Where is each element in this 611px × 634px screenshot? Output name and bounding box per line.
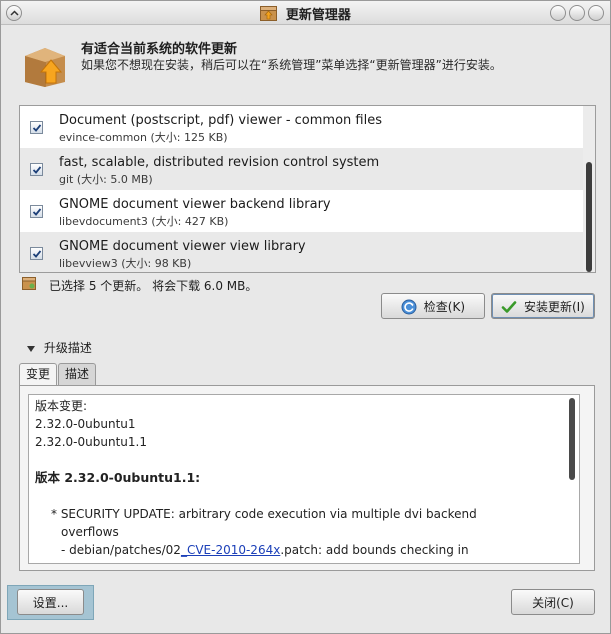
- minimize-button[interactable]: [550, 5, 566, 21]
- update-row[interactable]: GNOME document viewer backend library li…: [20, 190, 584, 232]
- scrollbar-thumb[interactable]: [569, 398, 575, 480]
- header-subtitle: 如果您不想现在安装，稍后可以在“系统管理”菜单选择“更新管理器”进行安装。: [81, 58, 502, 72]
- changes-scrollbar[interactable]: [566, 396, 578, 562]
- close-button-label: 关闭(C): [532, 595, 574, 610]
- install-button-label: 安装更新(I): [523, 299, 585, 314]
- update-row[interactable]: Document (postscript, pdf) viewer - comm…: [20, 106, 584, 148]
- update-list-scrollbar[interactable]: [583, 106, 595, 272]
- window-title: 更新管理器: [285, 8, 351, 23]
- tab-description[interactable]: 描述: [58, 363, 96, 386]
- install-updates-button[interactable]: 安装更新(I): [491, 293, 595, 319]
- package-icon: [22, 277, 36, 290]
- close-window-button[interactable]: [588, 5, 604, 21]
- package-update-icon: [260, 6, 278, 21]
- check-button-label: 检查(K): [423, 299, 466, 314]
- maximize-button[interactable]: [569, 5, 585, 21]
- update-checkbox[interactable]: [30, 163, 43, 176]
- update-checkbox[interactable]: [30, 121, 43, 134]
- update-manager-window: 更新管理器 有适合当前系统的软件更新 如果您不想现在安装，稍后可以在“系统管理”…: [0, 0, 611, 634]
- package-upgrade-icon: [25, 48, 65, 87]
- update-title: GNOME document viewer view library: [59, 239, 306, 254]
- check-button[interactable]: 检查(K): [381, 293, 485, 319]
- tab-description-label: 描述: [64, 367, 89, 381]
- refresh-icon: [401, 299, 417, 314]
- checkmark-icon: [32, 208, 42, 216]
- title-bar[interactable]: 更新管理器: [1, 1, 610, 25]
- tab-changes-label: 变更: [25, 367, 50, 381]
- cve-link[interactable]: _CVE-2010-264x: [181, 543, 280, 557]
- title-wrap: 更新管理器: [1, 4, 610, 23]
- tab-changes[interactable]: 变更: [19, 363, 57, 387]
- update-title: GNOME document viewer backend library: [59, 197, 331, 212]
- changelog-line: - debian/patches/02_CVE-2010-264x.patch:…: [35, 541, 575, 559]
- update-detail: evince-common (大小: 125 KB): [59, 131, 228, 144]
- changelog-line: * SECURITY UPDATE: arbitrary code execut…: [51, 507, 477, 521]
- checkmark-icon: [32, 124, 42, 132]
- changes-panel: 版本变更: 2.32.0-0ubuntu1 2.32.0-0ubuntu1.1 …: [19, 385, 595, 571]
- settings-button-label: 设置...: [32, 595, 69, 610]
- update-checkbox[interactable]: [30, 205, 43, 218]
- patch-prefix: - debian/patches/02: [61, 543, 181, 557]
- changes-header: 版本变更:: [35, 399, 88, 413]
- triangle-down-icon: [27, 345, 35, 352]
- selection-status: 已选择 5 个更新。 将会下载 6.0 MB。: [49, 279, 258, 293]
- header-title: 有适合当前系统的软件更新: [81, 42, 238, 57]
- description-expander[interactable]: 升级描述: [26, 339, 92, 356]
- update-detail: libevdocument3 (大小: 427 KB): [59, 215, 229, 228]
- version-line: 2.32.0-0ubuntu1.1: [35, 435, 147, 449]
- update-list[interactable]: Document (postscript, pdf) viewer - comm…: [19, 105, 596, 273]
- update-detail: libevview3 (大小: 98 KB): [59, 257, 192, 270]
- update-row[interactable]: GNOME document viewer view library libev…: [20, 232, 584, 272]
- close-button[interactable]: 关闭(C): [511, 589, 595, 615]
- checkmark-icon: [501, 300, 517, 313]
- changelog-line: overflows: [61, 525, 119, 539]
- update-checkbox[interactable]: [30, 247, 43, 260]
- update-title: fast, scalable, distributed revision con…: [59, 155, 380, 170]
- version-heading: 版本 2.32.0-0ubuntu1.1:: [35, 470, 201, 485]
- expander-label: 升级描述: [43, 341, 92, 355]
- changes-text-view[interactable]: 版本变更: 2.32.0-0ubuntu1 2.32.0-0ubuntu1.1 …: [28, 394, 580, 564]
- update-title: Document (postscript, pdf) viewer - comm…: [59, 113, 382, 128]
- scrollbar-thumb[interactable]: [586, 162, 592, 272]
- checkmark-icon: [32, 166, 42, 174]
- changes-content: 版本变更: 2.32.0-0ubuntu1 2.32.0-0ubuntu1.1 …: [35, 397, 575, 559]
- update-row[interactable]: fast, scalable, distributed revision con…: [20, 148, 584, 190]
- update-detail: git (大小: 5.0 MB): [59, 173, 153, 186]
- checkmark-icon: [32, 250, 42, 258]
- version-line: 2.32.0-0ubuntu1: [35, 417, 136, 431]
- settings-button[interactable]: 设置...: [17, 589, 84, 615]
- patch-suffix: .patch: add bounds checking in: [280, 543, 469, 557]
